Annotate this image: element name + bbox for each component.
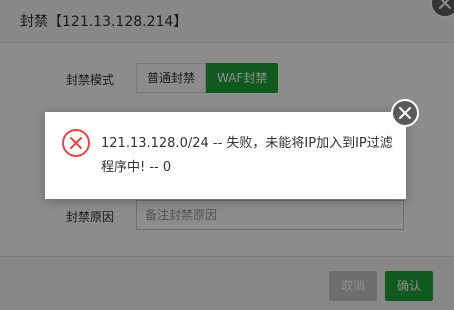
- error-message-box: 121.13.128.0/24 -- 失败，未能将IP加入到IP过滤程序中! -…: [45, 112, 406, 199]
- error-circle-icon: [61, 128, 91, 162]
- message-close-button[interactable]: [391, 99, 419, 127]
- error-message-text: 121.13.128.0/24 -- 失败，未能将IP加入到IP过滤程序中! -…: [101, 136, 393, 175]
- close-icon: [399, 107, 411, 119]
